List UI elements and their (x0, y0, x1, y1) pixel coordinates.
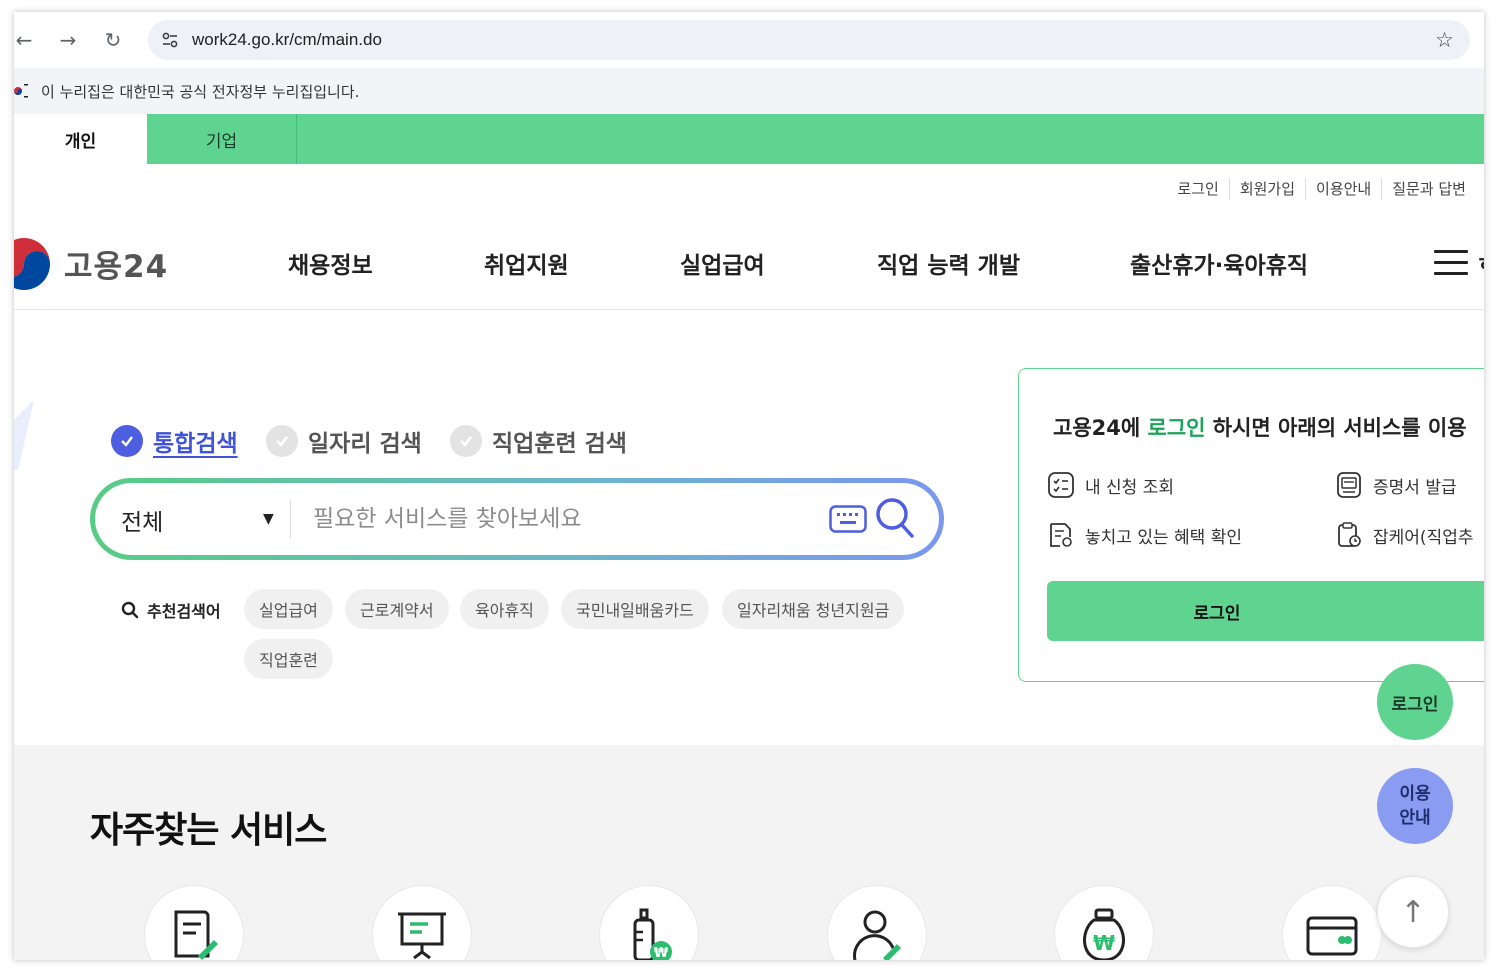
search-tab-training[interactable]: 직업훈련 검색 (450, 424, 627, 458)
forward-icon[interactable]: → (54, 26, 82, 54)
audience-tabs: 개인 기업 (14, 114, 1484, 164)
keyboard-icon[interactable] (829, 505, 867, 533)
svg-text:₩: ₩ (654, 946, 669, 960)
search-input[interactable] (313, 501, 793, 537)
login-panel-title: 고용24에 로그인 하시면 아래의 서비스를 이용 (1053, 412, 1467, 442)
site-header: 고용24 채용정보 취업지원 실업급여 직업 능력 개발 출산휴가·육아휴직 ㅎ (14, 216, 1484, 310)
keyword-chip[interactable]: 직업훈련 (244, 639, 333, 679)
recommended-label: 추천검색어 (147, 602, 221, 621)
reload-icon[interactable]: ↻ (99, 26, 127, 54)
gnb-unemployment-benefit[interactable]: 실업급여 (680, 246, 765, 280)
gnb-parental-leave[interactable]: 출산휴가·육아휴직 (1130, 246, 1308, 280)
check-circle-icon (111, 425, 143, 457)
gnb-recruit[interactable]: 채용정보 (288, 246, 373, 280)
search-tab-integrated[interactable]: 통합검색 (111, 424, 238, 458)
frequent-services-title: 자주찾는 서비스 (90, 810, 327, 851)
keyword-chip[interactable]: 실업급여 (244, 589, 333, 629)
search-tab-jobs[interactable]: 일자리 검색 (266, 424, 422, 458)
service-label: 증명서 발급 (1373, 477, 1457, 498)
bookmark-star-icon[interactable]: ☆ (1435, 28, 1454, 52)
login-button[interactable]: 로그인 (1047, 581, 1484, 641)
recommended-keywords-title: 추천검색어 (121, 598, 221, 622)
keyword-chip[interactable]: 근로계약서 (345, 589, 449, 629)
decorative-shape (14, 400, 34, 470)
money-bag-icon[interactable]: ₩ (1054, 885, 1154, 960)
caret-down-icon[interactable]: ▼ (263, 511, 274, 527)
login-panel: 고용24에 로그인 하시면 아래의 서비스를 이용 내 신청 조회 증명서 발급 (1018, 368, 1484, 682)
user-edit-icon[interactable] (827, 885, 927, 960)
gnb-employment-support[interactable]: 취업지원 (484, 246, 569, 280)
title-prefix: 고용24에 (1053, 416, 1148, 440)
service-missed-benefits[interactable]: 놓치고 있는 혜택 확인 (1047, 521, 1242, 549)
search-tab-label: 직업훈련 검색 (492, 431, 627, 457)
util-signup-link[interactable]: 회원가입 (1228, 178, 1305, 199)
floating-login-button[interactable]: 로그인 (1377, 664, 1453, 740)
check-circle-icon (266, 425, 298, 457)
clipboard-clock-icon (1338, 522, 1361, 547)
logo-text[interactable]: 고용24 (64, 241, 168, 286)
gnb-cut-text: ㅎ (1476, 246, 1484, 278)
browser-window: ← → ↻ work24.go.kr/cm/main.do ☆ 이 누리집은 대… (14, 12, 1484, 960)
search-box: 전체 ▼ (90, 478, 944, 560)
search-tab-label: 통합검색 (153, 431, 238, 457)
tab-personal[interactable]: 개인 (14, 114, 147, 164)
gov-banner: 이 누리집은 대한민국 공식 전자정부 누리집입니다. (14, 68, 1484, 114)
keyword-chip[interactable]: 일자리채움 청년지원금 (722, 589, 905, 629)
util-guide-link[interactable]: 이용안내 (1305, 178, 1381, 199)
service-label: 잡케어(직업추 (1373, 527, 1474, 548)
floating-guide-button[interactable]: 이용안내 (1377, 768, 1453, 844)
document-search-icon (1050, 523, 1072, 547)
taegeuk-flag-icon (14, 84, 28, 98)
service-label: 내 신청 조회 (1085, 477, 1175, 498)
divider (290, 500, 291, 538)
checklist-icon (1048, 472, 1074, 498)
service-certificates[interactable]: 증명서 발급 (1335, 471, 1457, 499)
service-my-applications[interactable]: 내 신청 조회 (1047, 471, 1174, 499)
address-bar[interactable]: work24.go.kr/cm/main.do ☆ (148, 20, 1470, 60)
baby-bottle-icon[interactable]: ₩ (599, 885, 699, 960)
keyword-chip[interactable]: 국민내일배움카드 (561, 589, 709, 629)
browser-toolbar: ← → ↻ work24.go.kr/cm/main.do ☆ (14, 12, 1484, 68)
search-category-select[interactable]: 전체 (121, 503, 163, 537)
service-jobcare[interactable]: 잡케어(직업추 (1335, 521, 1473, 549)
back-icon[interactable]: ← (14, 26, 38, 54)
gov-banner-text[interactable]: 이 누리집은 대한민국 공식 전자정부 누리집입니다. (41, 81, 359, 102)
title-suffix: 하시면 아래의 서비스를 이용 (1205, 416, 1467, 440)
keyword-chip[interactable]: 육아휴직 (460, 589, 549, 629)
gnb-vocational-training[interactable]: 직업 능력 개발 (877, 246, 1020, 280)
scroll-top-button[interactable]: ↑ (1377, 876, 1449, 948)
document-edit-icon[interactable] (144, 885, 244, 960)
logo-mark-icon[interactable] (14, 236, 52, 292)
check-circle-icon (450, 425, 482, 457)
guide-line-1: 이용 (1399, 784, 1431, 804)
site-settings-icon[interactable] (160, 30, 180, 50)
service-label: 놓치고 있는 혜택 확인 (1085, 527, 1242, 548)
title-highlight: 로그인 (1147, 416, 1206, 440)
svg-text:₩: ₩ (1093, 931, 1115, 955)
guide-line-2: 안내 (1399, 808, 1431, 828)
utility-links: 로그인 회원가입 이용안내 질문과 답변 (1167, 178, 1476, 199)
util-qna-link[interactable]: 질문과 답변 (1381, 178, 1476, 199)
search-tab-label: 일자리 검색 (308, 431, 422, 457)
frequent-services-section: 자주찾는 서비스 ₩ ₩ (14, 745, 1484, 960)
search-icon[interactable] (875, 497, 915, 539)
url-text[interactable]: work24.go.kr/cm/main.do (192, 30, 382, 50)
menu-hamburger-icon[interactable] (1434, 250, 1468, 276)
magnifier-icon (121, 601, 139, 619)
tab-business[interactable]: 기업 (147, 114, 297, 164)
presentation-board-icon[interactable] (372, 885, 472, 960)
certificate-icon (1337, 472, 1361, 498)
util-login-link[interactable]: 로그인 (1167, 178, 1228, 199)
card-icon[interactable] (1282, 885, 1382, 960)
